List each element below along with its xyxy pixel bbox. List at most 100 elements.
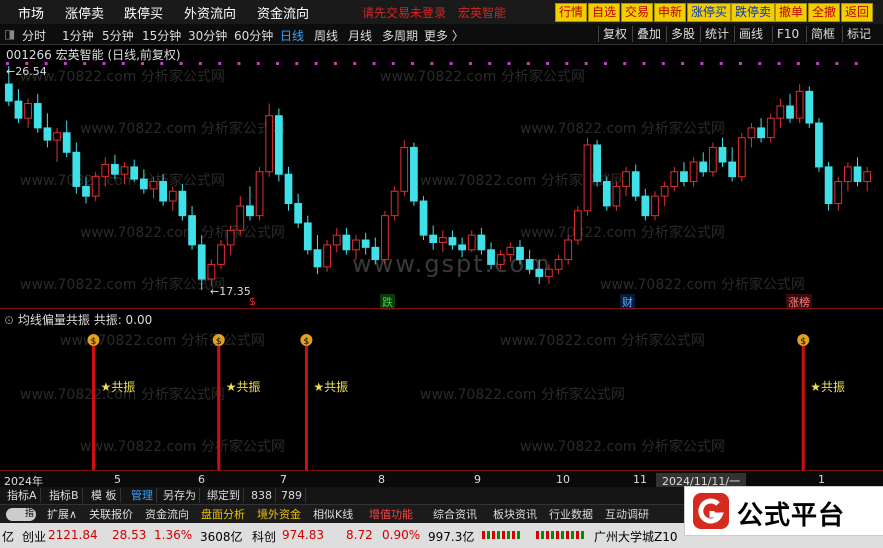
candle	[525, 249, 534, 275]
board1-pct: 1.36%	[154, 528, 193, 542]
candle	[795, 84, 804, 124]
marker-dot	[681, 62, 685, 65]
marker-dot	[526, 62, 530, 65]
time-tick: 5	[114, 473, 121, 486]
tab-indicator-b[interactable]: 指标B	[46, 488, 83, 503]
menu-capital-flow[interactable]: 资金流向	[257, 3, 309, 22]
marker-dot	[565, 62, 569, 65]
candle	[130, 159, 139, 182]
candle	[410, 142, 418, 206]
stats-button[interactable]: 统计	[700, 26, 733, 42]
overlay-button[interactable]: 叠加	[632, 26, 665, 42]
watchlist-button[interactable]: 自选	[588, 3, 621, 22]
marker-dot	[353, 62, 357, 65]
multi-stock-button[interactable]: 多股	[666, 26, 699, 42]
tab-bind-to[interactable]: 绑定到	[204, 488, 244, 503]
marker-dot	[237, 62, 241, 65]
candle	[120, 162, 129, 184]
trade-button[interactable]: 交易	[621, 3, 654, 22]
func-capital-flow[interactable]: 资金流向	[142, 507, 192, 522]
candle	[660, 181, 669, 206]
menu-market[interactable]: 市场	[18, 3, 44, 22]
logo-badge: 公式平台	[684, 486, 883, 536]
mark-button[interactable]: 标记	[842, 26, 875, 42]
candle	[747, 123, 756, 148]
period-daily[interactable]: 日线	[280, 27, 304, 44]
tab-save-as[interactable]: 另存为	[160, 488, 200, 503]
period-60min[interactable]: 60分钟	[234, 27, 273, 44]
func-industry-data[interactable]: 行业数据	[546, 507, 596, 522]
tab-indicator-a[interactable]: 指标A	[4, 488, 41, 503]
marker-dot	[276, 62, 280, 65]
func-expand[interactable]: 扩展∧	[44, 507, 80, 522]
candle	[545, 264, 553, 284]
menu-foreign-flow[interactable]: 外资流向	[184, 3, 236, 22]
ipo-button[interactable]: 申新	[654, 3, 687, 22]
candle	[467, 230, 476, 253]
func-sector-news[interactable]: 板块资讯	[490, 507, 540, 522]
period-5min[interactable]: 5分钟	[102, 27, 134, 44]
period-15min[interactable]: 15分钟	[142, 27, 181, 44]
collapse-icon[interactable]: ⊙	[4, 313, 18, 327]
limit-down-sell-button[interactable]: 跌停卖	[731, 3, 776, 22]
event-marker-dollar[interactable]: $	[249, 295, 256, 308]
draw-line-button[interactable]: 画线	[734, 26, 767, 42]
f10-button[interactable]: F10	[772, 26, 803, 42]
func-value-added[interactable]: 增值功能	[366, 507, 416, 522]
tab-manage[interactable]: 管理	[128, 488, 157, 503]
cancel-order-button[interactable]: 撤单	[775, 3, 808, 22]
menu-limit-down-buy[interactable]: 跌停买	[124, 3, 163, 22]
indicator-toggle[interactable]: 指	[6, 508, 36, 521]
time-tick: 6	[198, 473, 205, 486]
period-multi[interactable]: 多周期	[382, 27, 418, 44]
func-similar-k[interactable]: 相似K线	[310, 507, 356, 522]
restore-rights-button[interactable]: 复权	[598, 26, 631, 42]
simple-frame-button[interactable]: 简框	[806, 26, 839, 42]
limit-up-buy-button[interactable]: 涨停买	[687, 3, 732, 22]
indicator-chart[interactable]: $ $ $ $	[0, 326, 883, 470]
candle	[602, 176, 611, 211]
candle	[43, 113, 52, 148]
candle	[506, 242, 515, 262]
period-weekly[interactable]: 周线	[314, 27, 338, 44]
back-button[interactable]: 返回	[841, 3, 874, 22]
marker-dot	[391, 62, 395, 65]
marker-dot	[372, 62, 376, 65]
marker-dot	[121, 62, 125, 65]
period-30min[interactable]: 30分钟	[188, 27, 227, 44]
candle	[390, 186, 399, 221]
func-related-quote[interactable]: 关联报价	[86, 507, 136, 522]
candle	[207, 259, 216, 287]
candle	[168, 186, 177, 211]
period-tick[interactable]: 分时	[22, 27, 46, 44]
signal-label: ★共振	[100, 380, 136, 394]
menu-limit-up-sell[interactable]: 涨停卖	[65, 3, 104, 22]
panel-toggle-icon[interactable]: ◨	[4, 27, 15, 41]
cancel-all-button[interactable]: 全撤	[808, 3, 841, 22]
marker-dot	[777, 62, 781, 65]
board1-value: 2121.84	[48, 528, 98, 542]
func-market-analysis[interactable]: 盘面分析	[198, 507, 248, 522]
candle	[371, 237, 380, 265]
func-news[interactable]: 综合资讯	[430, 507, 480, 522]
marker-dot	[141, 62, 145, 65]
tab-838[interactable]: 838	[248, 488, 276, 503]
func-offshore-capital[interactable]: 境外资金	[254, 507, 304, 522]
tab-template[interactable]: 模 板	[88, 488, 121, 503]
period-more[interactable]: 更多 〉	[424, 27, 464, 44]
period-1min[interactable]: 1分钟	[62, 27, 94, 44]
func-research[interactable]: 互动调研	[602, 507, 652, 522]
candle	[246, 186, 254, 221]
signal-label: ★共振	[225, 380, 261, 394]
candle	[622, 166, 630, 197]
candlestick-chart[interactable]	[0, 60, 883, 305]
candle	[313, 235, 322, 275]
period-monthly[interactable]: 月线	[348, 27, 372, 44]
board2-change: 8.72	[346, 528, 373, 542]
candle	[265, 103, 274, 177]
candle	[477, 227, 486, 255]
tab-789[interactable]: 789	[278, 488, 306, 503]
candle	[718, 137, 727, 167]
quote-button[interactable]: 行情	[555, 3, 588, 22]
ticker-text: 广州大学城Z10	[594, 530, 678, 544]
